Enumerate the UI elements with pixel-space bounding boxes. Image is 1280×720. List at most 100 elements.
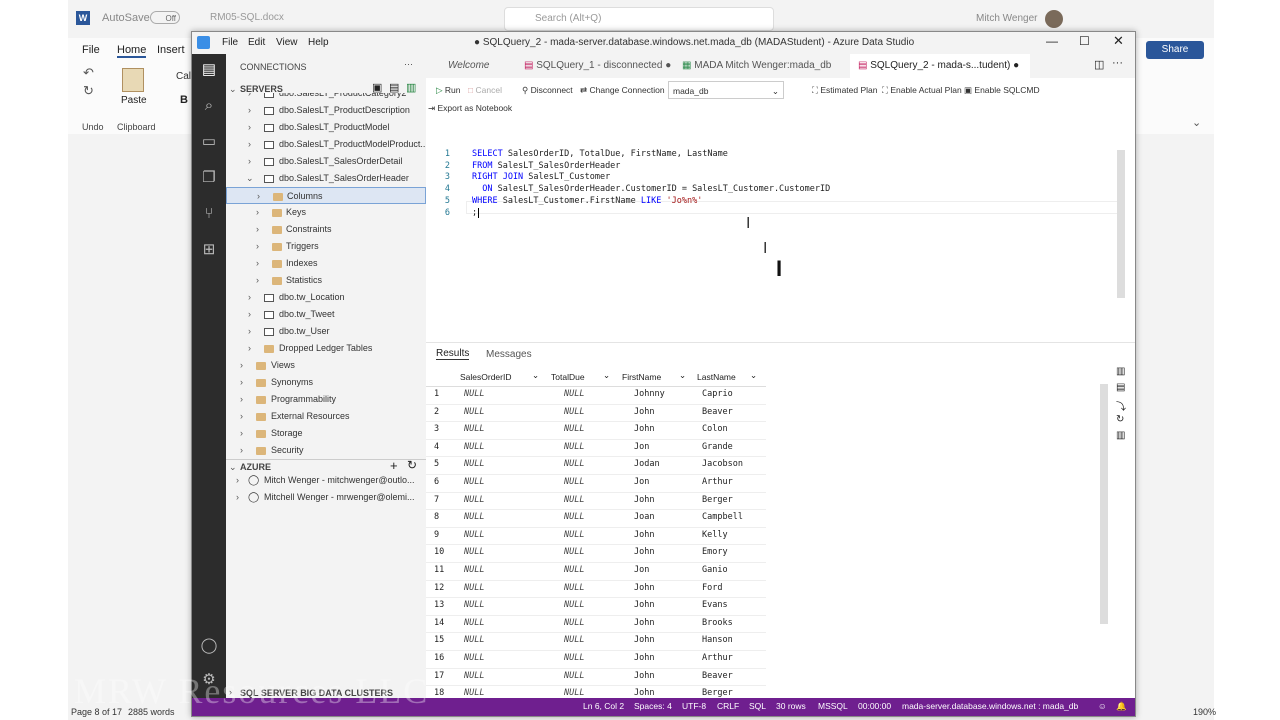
table-cell[interactable]: NULL — [564, 456, 584, 474]
redo-icon[interactable]: ↻ — [83, 83, 94, 99]
table-cell[interactable]: NULL — [564, 580, 584, 598]
estimated-plan-button[interactable]: ⛶ Estimated Plan — [812, 81, 878, 99]
table-cell[interactable]: Grande — [702, 439, 733, 457]
table-cell[interactable]: John — [634, 544, 654, 562]
share-button[interactable]: Share — [1146, 41, 1204, 59]
tree-item[interactable]: › Views — [226, 357, 426, 374]
chevron-down-icon[interactable]: ⌄ — [603, 370, 610, 381]
table-row[interactable]: 6 NULL NULL Jon Arthur — [426, 474, 766, 493]
menu-help[interactable]: Help — [308, 37, 329, 48]
table-row[interactable]: 16 NULL NULL John Arthur — [426, 650, 766, 669]
table-cell[interactable]: Beaver — [702, 668, 733, 686]
table-cell[interactable]: NULL — [464, 439, 484, 457]
menu-view[interactable]: View — [276, 37, 298, 48]
table-cell[interactable]: John — [634, 668, 654, 686]
tree-item[interactable]: › Storage — [226, 425, 426, 442]
table-cell[interactable]: Jon — [634, 562, 649, 580]
tree-item[interactable]: › dbo.tw_User — [226, 323, 426, 340]
table-cell[interactable]: NULL — [564, 562, 584, 580]
save-xml-icon[interactable]: ↻ — [1116, 414, 1124, 425]
tree-item[interactable]: › Security — [226, 442, 426, 459]
end-of-line[interactable]: CRLF — [717, 701, 739, 711]
table-row[interactable]: 10 NULL NULL John Emory — [426, 544, 766, 563]
table-cell[interactable]: Colon — [702, 421, 728, 439]
table-cell[interactable]: NULL — [464, 474, 484, 492]
tree-item[interactable]: › Keys — [226, 204, 426, 221]
table-row[interactable]: 17 NULL NULL John Beaver — [426, 668, 766, 687]
tab-home[interactable]: Home — [117, 44, 147, 58]
table-cell[interactable]: John — [634, 632, 654, 650]
table-row[interactable]: 7 NULL NULL John Berger — [426, 492, 766, 511]
change-connection-button[interactable]: ⇄ Change Connection — [580, 81, 665, 99]
more-actions-icon[interactable]: ··· — [1112, 57, 1123, 69]
connections-icon[interactable]: ▤ — [199, 60, 219, 80]
table-cell[interactable]: NULL — [464, 562, 484, 580]
table-row[interactable]: 8 NULL NULL Joan Campbell — [426, 509, 766, 528]
tab-sqlquery-2[interactable]: ▤ SQLQuery_2 - mada-s...tudent) ● — [850, 54, 1030, 78]
tree-item[interactable]: › Constraints — [226, 221, 426, 238]
table-cell[interactable]: NULL — [464, 615, 484, 633]
save-csv-icon[interactable]: ▥ — [1116, 366, 1125, 377]
table-cell[interactable]: NULL — [564, 668, 584, 686]
table-cell[interactable]: Emory — [702, 544, 728, 562]
enable-actual-plan-button[interactable]: ⛶ Enable Actual Plan — [882, 81, 962, 99]
server-connection[interactable]: mada-server.database.windows.net : mada_… — [902, 701, 1078, 711]
tab-insert[interactable]: Insert — [157, 44, 185, 56]
tab-results[interactable]: Results — [436, 348, 470, 360]
table-cell[interactable]: NULL — [564, 597, 584, 615]
table-cell[interactable]: NULL — [564, 650, 584, 668]
export-notebook-button[interactable]: ⇥ Export as Notebook — [428, 99, 512, 117]
table-cell[interactable]: NULL — [564, 615, 584, 633]
table-cell[interactable]: NULL — [564, 492, 584, 510]
tree-item[interactable]: › Indexes — [226, 255, 426, 272]
tab-file[interactable]: File — [82, 44, 100, 56]
results-scrollbar[interactable] — [1100, 384, 1108, 624]
table-cell[interactable]: John — [634, 580, 654, 598]
disconnect-button[interactable]: ⚲ Disconnect — [522, 81, 573, 99]
azure-account-item[interactable]: › ◯ Mitchell Wenger - mrwenger@olemi... — [226, 489, 426, 506]
table-cell[interactable]: NULL — [464, 421, 484, 439]
table-cell[interactable]: NULL — [464, 386, 484, 404]
table-cell[interactable]: NULL — [564, 544, 584, 562]
split-editor-icon[interactable]: ◫ — [1094, 58, 1104, 71]
autosave-toggle[interactable]: Off — [150, 11, 180, 24]
table-cell[interactable]: Arthur — [702, 474, 733, 492]
table-cell[interactable]: NULL — [464, 544, 484, 562]
table-cell[interactable]: NULL — [564, 509, 584, 527]
column-header-firstname[interactable]: FirstName — [622, 372, 661, 382]
table-cell[interactable]: NULL — [564, 474, 584, 492]
refresh-icon[interactable]: ↻ — [407, 458, 417, 472]
column-header-totaldue[interactable]: TotalDue — [551, 372, 585, 382]
source-control-icon[interactable]: ⑂ — [199, 204, 219, 224]
extensions-icon[interactable]: ⊞ — [199, 240, 219, 260]
new-server-group-icon[interactable]: ▤ — [389, 81, 399, 94]
tree-item[interactable]: › dbo.SalesLT_ProductDescription — [226, 102, 426, 119]
table-cell[interactable]: NULL — [564, 527, 584, 545]
results-grid[interactable]: 1 NULL NULL Johnny Caprio 2 NULL NULL John Beaver… — [426, 386, 766, 716]
table-cell[interactable]: NULL — [564, 439, 584, 457]
maximize-icon[interactable]: ☐ — [1079, 34, 1090, 48]
bold-icon[interactable]: B — [180, 94, 188, 106]
column-header-salesorderid[interactable]: SalesOrderID — [460, 372, 512, 382]
provider[interactable]: MSSQL — [818, 701, 848, 711]
tree-item[interactable]: › Statistics — [226, 272, 426, 289]
unsaved-dot-icon[interactable]: ● — [1013, 60, 1019, 71]
table-cell[interactable]: Beaver — [702, 404, 733, 422]
tab-messages[interactable]: Messages — [486, 349, 532, 360]
table-cell[interactable]: John — [634, 404, 654, 422]
table-cell[interactable]: NULL — [464, 597, 484, 615]
table-cell[interactable]: Kelly — [702, 527, 728, 545]
cancel-button[interactable]: □ Cancel — [468, 81, 502, 99]
tree-item[interactable]: › Synonyms — [226, 374, 426, 391]
column-header-lastname[interactable]: LastName — [697, 372, 736, 382]
tree-item[interactable]: › dbo.tw_Location — [226, 289, 426, 306]
table-cell[interactable]: Ganio — [702, 562, 728, 580]
table-cell[interactable]: NULL — [564, 421, 584, 439]
table-row[interactable]: 15 NULL NULL John Hanson — [426, 632, 766, 651]
word-search-input[interactable]: Search (Alt+Q) — [504, 7, 774, 31]
chevron-down-icon[interactable]: ⌄ — [532, 370, 539, 381]
table-cell[interactable]: Arthur — [702, 650, 733, 668]
azure-header[interactable]: AZURE — [240, 462, 271, 472]
encoding[interactable]: UTF-8 — [682, 701, 706, 711]
language-mode[interactable]: SQL — [749, 701, 766, 711]
